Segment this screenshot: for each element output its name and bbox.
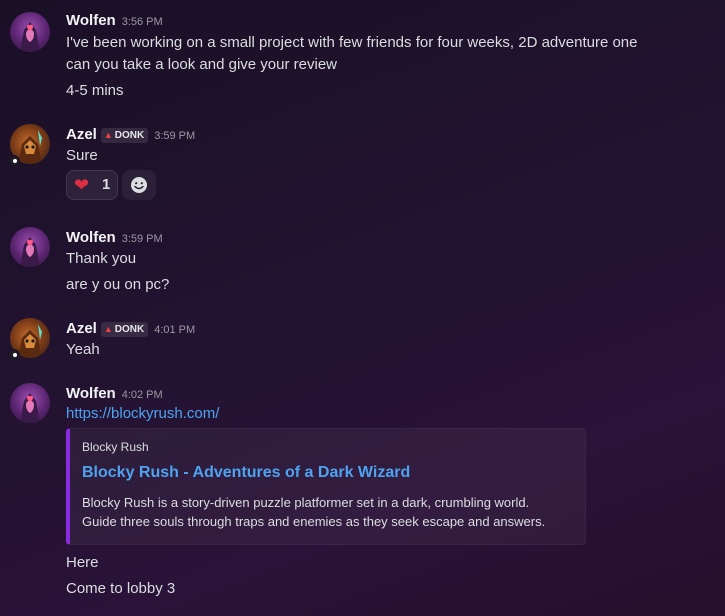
reaction-count: 1	[102, 176, 111, 193]
author-name[interactable]: Wolfen	[66, 12, 116, 29]
timestamp: 3:56 PM	[121, 16, 163, 28]
guild-tag-label: DONK	[114, 130, 145, 141]
reaction-heart[interactable]: ❤ 1	[66, 170, 118, 200]
timestamp: 3:59 PM	[121, 233, 163, 245]
author-name[interactable]: Azel	[66, 126, 97, 143]
timestamp: 3:59 PM	[154, 130, 196, 142]
embed-description-line: Blocky Rush is a story-driven puzzle pla…	[82, 495, 530, 510]
wolfen-avatar[interactable]	[10, 383, 50, 423]
guild-tag-label: DONK	[114, 324, 145, 335]
mushroom-icon: ▲	[103, 130, 113, 140]
message-header: Azel ▲ DONK 3:59 PM	[66, 124, 195, 144]
guild-tag[interactable]: ▲ DONK	[100, 322, 149, 337]
status-badge	[8, 349, 20, 361]
message-text: Sure	[66, 147, 98, 164]
heart-icon: ❤	[74, 175, 90, 195]
message-text: Come to lobby 3	[66, 580, 176, 597]
message-header: Wolfen 3:56 PM	[66, 10, 163, 30]
timestamp: 4:01 PM	[154, 324, 196, 336]
message-header: Wolfen 3:59 PM	[66, 227, 163, 247]
message-link[interactable]: https://blockyrush.com/	[66, 403, 219, 425]
message-header: Azel ▲ DONK 4:01 PM	[66, 318, 195, 338]
wolfen-avatar[interactable]	[10, 12, 50, 52]
message-text: Yeah	[66, 341, 100, 358]
author-name[interactable]: Wolfen	[66, 229, 116, 246]
message-text: can you take a look and give your review	[66, 56, 337, 73]
guild-tag[interactable]: ▲ DONK	[100, 128, 149, 143]
author-name[interactable]: Azel	[66, 320, 97, 337]
status-badge	[8, 155, 20, 167]
message-text: Thank you	[66, 250, 137, 267]
smiley-icon	[131, 177, 147, 193]
mushroom-icon: ▲	[103, 324, 113, 334]
message-text: 4-5 mins	[66, 82, 124, 99]
message-text: I've been working on a small project wit…	[66, 34, 638, 51]
message-text: are y ou on pc?	[66, 276, 170, 293]
add-reaction-button[interactable]	[122, 170, 156, 200]
author-name[interactable]: Wolfen	[66, 385, 116, 402]
embed-provider[interactable]: Blocky Rush	[82, 440, 149, 454]
message-header: Wolfen 4:02 PM	[66, 383, 163, 403]
wolfen-avatar[interactable]	[10, 227, 50, 267]
message-text: Here	[66, 554, 99, 571]
link-embed: Blocky Rush Blocky Rush - Adventures of …	[66, 428, 586, 545]
embed-description-line: Guide three souls through traps and enem…	[82, 514, 546, 529]
embed-description: Blocky Rush is a story-driven puzzle pla…	[82, 493, 572, 531]
timestamp: 4:02 PM	[121, 389, 163, 401]
embed-title-link[interactable]: Blocky Rush - Adventures of a Dark Wizar…	[82, 464, 410, 482]
